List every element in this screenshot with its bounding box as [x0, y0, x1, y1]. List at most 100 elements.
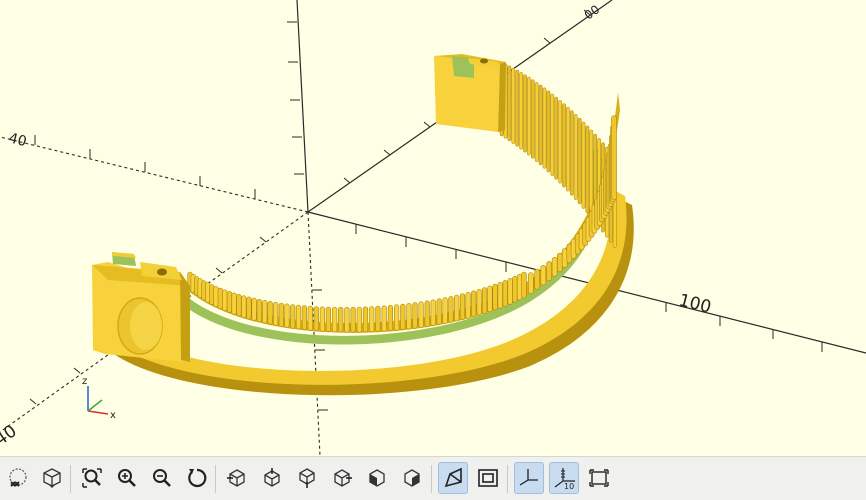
gear-tooth [561, 248, 568, 268]
gear-tooth [551, 256, 558, 277]
preview-icon [9, 468, 27, 487]
gear-tooth [295, 304, 302, 330]
gear-tooth [492, 283, 498, 311]
gear-tooth [246, 296, 252, 320]
gear-tooth [454, 294, 460, 322]
gear-tooth [430, 299, 436, 326]
view-bottom-button[interactable] [292, 462, 322, 494]
view-front-button[interactable] [362, 462, 392, 494]
gear-tooth [507, 65, 512, 142]
edges-icon [589, 469, 609, 487]
gear-tooth [217, 287, 223, 310]
3d-viewport[interactable]: 100 40 00 40 z x [0, 0, 866, 456]
gear-tooth [344, 306, 350, 333]
gear-tooth [581, 121, 586, 209]
gear-tooth [523, 74, 527, 153]
gear-tooth [459, 293, 466, 320]
gear-tooth [516, 273, 523, 301]
view-top-button[interactable] [257, 462, 287, 494]
x-axis-label-100: 100 [677, 290, 713, 317]
axes-icon [519, 469, 538, 486]
view-right-button[interactable] [222, 462, 252, 494]
gear-tooth [267, 300, 273, 325]
gear-tooth [534, 82, 539, 162]
gear-tooth [307, 305, 313, 331]
gear-rack-model[interactable] [92, 54, 634, 396]
gear-tooth [375, 305, 381, 332]
view-back-icon [404, 469, 420, 487]
gear-tooth [290, 304, 296, 329]
render-icon [43, 468, 61, 488]
gear-tooth [550, 93, 555, 176]
gear-tooth [566, 106, 570, 192]
gear-tooth [362, 306, 369, 333]
gear-tooth [540, 264, 547, 286]
gear-tooth [278, 302, 284, 327]
gear-tooth [546, 261, 552, 282]
gear-tooth [387, 304, 394, 332]
gear-tooth [381, 305, 387, 332]
gear-tooth [512, 275, 518, 303]
right-end-block [434, 54, 506, 132]
view-left-button[interactable] [327, 462, 357, 494]
gear-tooth [418, 301, 424, 328]
show-scale-markers-button[interactable]: 10 [549, 462, 579, 494]
gear-tooth [262, 299, 268, 324]
render-button[interactable] [37, 462, 67, 494]
gear-tooth [554, 96, 559, 180]
orthogonal-icon [478, 469, 498, 487]
zoom-in-icon [118, 469, 136, 487]
show-edges-button[interactable] [584, 462, 614, 494]
scale-markers-icon: 10 [554, 468, 575, 490]
gear-tooth [231, 292, 237, 315]
gear-tooth [530, 79, 535, 159]
show-axes-button[interactable] [514, 462, 544, 494]
gear-tooth [562, 103, 566, 188]
gear-tooth [585, 125, 590, 214]
reset-view-button[interactable] [182, 462, 212, 494]
view-all-button[interactable] [77, 462, 107, 494]
gear-tooth [319, 306, 326, 332]
gear-tooth [356, 306, 362, 333]
scale-markers-text: 10 [564, 482, 574, 490]
gear-tooth [577, 117, 582, 205]
perspective-button[interactable] [438, 462, 468, 494]
gizmo-x-label: x [110, 410, 116, 421]
gear-tooth [313, 306, 319, 332]
zoom-in-button[interactable] [112, 462, 142, 494]
scene-canvas[interactable]: 100 40 00 40 z x [0, 0, 866, 456]
gear-tooth [542, 87, 547, 169]
gear-tooth [497, 281, 503, 309]
view-back-button[interactable] [397, 462, 427, 494]
gear-tooth [350, 306, 356, 333]
reset-view-icon [188, 468, 207, 488]
gear-tooth [442, 297, 448, 324]
gear-tooth [527, 76, 531, 156]
gear-tooth [515, 69, 520, 147]
perspective-icon [444, 467, 462, 488]
gear-tooth [301, 305, 308, 331]
y-axis-label-neg: 40 [0, 421, 21, 450]
gear-tooth [511, 67, 516, 144]
gear-tooth [331, 306, 338, 333]
gear-tooth [546, 90, 551, 173]
gear-tooth [556, 252, 563, 273]
gear-tooth [213, 286, 219, 308]
zoom-out-icon [153, 469, 171, 487]
left-end-block [92, 252, 190, 362]
zoom-out-button[interactable] [147, 462, 177, 494]
gear-tooth [534, 268, 541, 290]
gear-tooth [471, 290, 477, 318]
gear-tooth [558, 100, 562, 184]
orthogonal-button[interactable] [473, 462, 503, 494]
view-right-icon [227, 469, 245, 487]
gear-tooth [424, 300, 430, 327]
gear-tooth [369, 306, 375, 333]
gear-tooth [338, 306, 344, 333]
gear-tooth [226, 290, 233, 313]
gizmo-z-label: z [82, 376, 87, 387]
gear-tooth [448, 296, 454, 323]
gear-tooth [589, 129, 594, 218]
gear-tooth [325, 306, 332, 333]
preview-button[interactable] [3, 462, 33, 494]
